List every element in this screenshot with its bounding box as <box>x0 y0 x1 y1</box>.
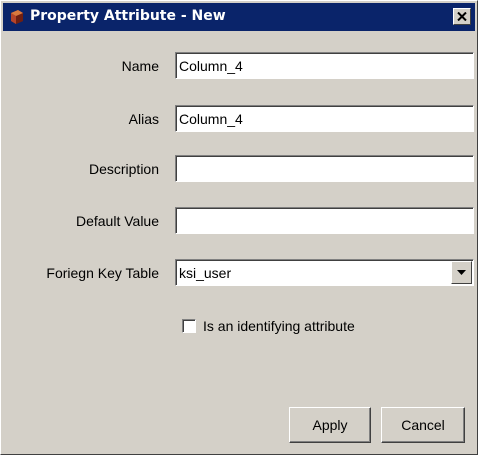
identifying-checkbox[interactable] <box>182 319 196 333</box>
cancel-button[interactable]: Cancel <box>381 407 465 443</box>
description-label: Description <box>88 161 159 177</box>
title-bar[interactable]: Property Attribute - New <box>3 3 475 31</box>
app-icon <box>9 9 25 25</box>
dialog-window: Property Attribute - New Name Column_4 A… <box>0 0 478 455</box>
alias-field[interactable]: Column_4 <box>175 105 474 132</box>
window-title: Property Attribute - New <box>30 8 226 24</box>
alias-label: Alias <box>128 111 159 127</box>
identifying-checkbox-label[interactable]: Is an identifying attribute <box>203 318 355 334</box>
close-button[interactable] <box>453 8 471 25</box>
foreign-key-table-select[interactable]: ksi_user <box>175 259 474 286</box>
name-label: Name <box>121 58 159 74</box>
apply-button[interactable]: Apply <box>289 407 371 443</box>
foreign-key-table-label: Foriegn Key Table <box>46 265 159 281</box>
close-icon <box>457 12 467 21</box>
default-value-field[interactable] <box>175 207 474 234</box>
name-field[interactable]: Column_4 <box>175 52 474 79</box>
dropdown-button[interactable] <box>451 261 472 284</box>
chevron-down-icon <box>457 270 466 275</box>
foreign-key-table-value: ksi_user <box>179 265 232 281</box>
default-value-label: Default Value <box>75 213 159 229</box>
description-field[interactable] <box>175 155 474 182</box>
